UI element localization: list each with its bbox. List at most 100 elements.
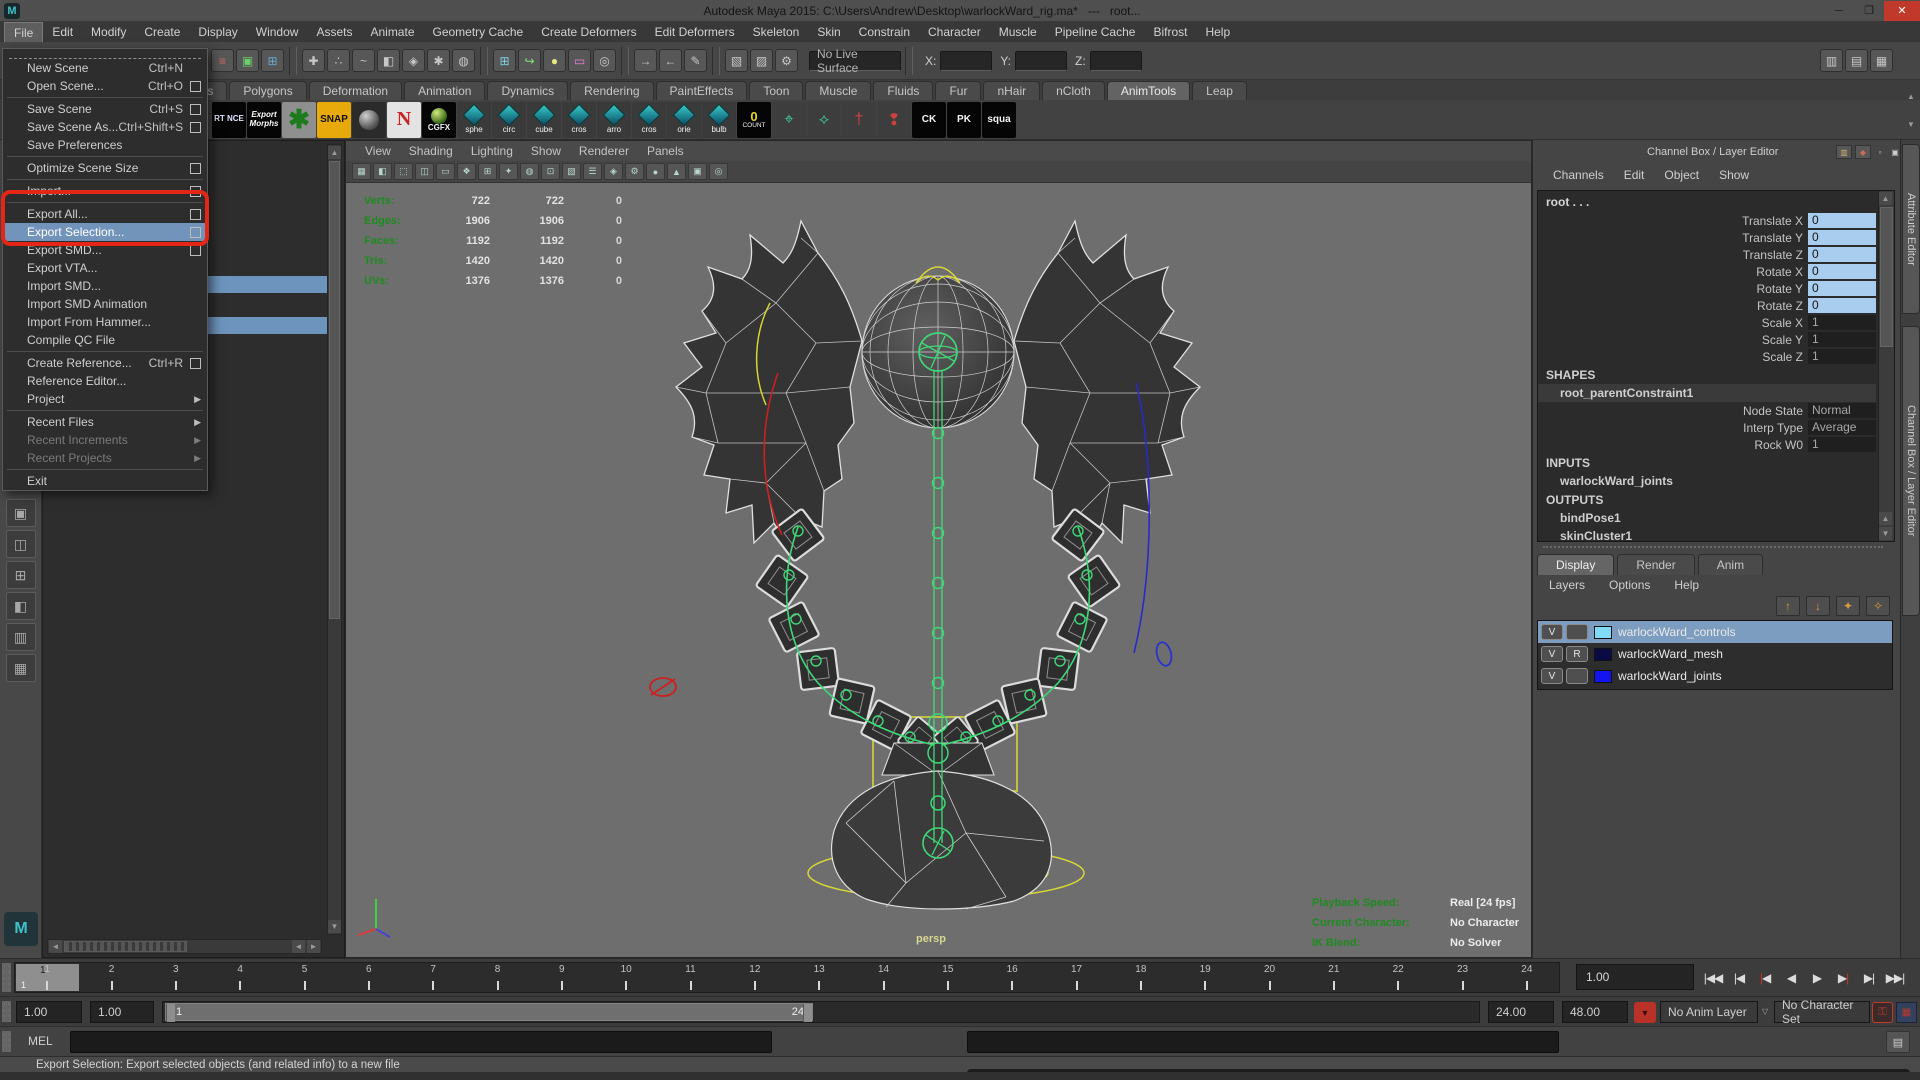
layer-row-warlockward-mesh[interactable]: VRwarlockWard_mesh [1538, 643, 1892, 665]
layer-menu-layers[interactable]: Layers [1537, 576, 1597, 594]
shelf-tab-nhair[interactable]: nHair [983, 81, 1040, 100]
viewport-menu-show[interactable]: Show [522, 142, 570, 160]
viewport-toolbar-icon-2[interactable]: ◧ [373, 163, 392, 180]
panel-chart-icon[interactable]: ▥ [1836, 145, 1852, 159]
anim-preferences-icon[interactable]: ▦ [1896, 1002, 1917, 1023]
tool-settings-toggle-icon[interactable]: ▤ [1845, 49, 1868, 72]
outliner-vertical-scrollbar[interactable]: ▲ ▼ [327, 144, 342, 935]
layer-tab-display[interactable]: Display [1537, 554, 1614, 575]
outliner-horizontal-scrollbar[interactable]: ◄ ◄ ► [47, 939, 322, 954]
layer-tab-render[interactable]: Render [1617, 554, 1694, 575]
new-empty-layer-icon[interactable]: ✦ [1836, 596, 1860, 616]
channel-value-field[interactable]: Normal [1808, 403, 1876, 418]
menubar-item-edit-deformers[interactable]: Edit Deformers [646, 22, 744, 42]
orient-control-shelf-icon[interactable]: orie [667, 102, 701, 138]
range-slider-range[interactable]: 1 24 [165, 1003, 813, 1021]
viewport-toolbar-icon-11[interactable]: ▧ [562, 163, 581, 180]
file-menu-item-new-scene[interactable]: New SceneCtrl+N [3, 59, 207, 77]
character-set-dropdown[interactable]: No Character Set [1774, 1001, 1870, 1023]
shelf-tab-toon[interactable]: Toon [749, 81, 803, 100]
x-input[interactable] [940, 51, 992, 71]
layer-visibility-toggle[interactable]: V [1541, 646, 1563, 662]
tab-attribute-editor[interactable]: Attribute Editor [1902, 144, 1920, 314]
layout-preset-button-1[interactable]: ▣ [6, 499, 36, 527]
viewport-toolbar-icon-8[interactable]: ✦ [499, 163, 518, 180]
step-forward-frame-button[interactable]: ▶| [1856, 965, 1882, 991]
menubar-item-muscle[interactable]: Muscle [990, 22, 1046, 42]
snap-curve-icon[interactable]: ↪ [518, 49, 541, 72]
export-morphs-shelf-icon[interactable]: Export Morphs [247, 102, 281, 138]
panel-minimize-icon[interactable]: ▫ [1874, 146, 1886, 158]
menubar-item-bifrost[interactable]: Bifrost [1144, 22, 1196, 42]
cgfx-shelf-icon[interactable]: CGFX [422, 102, 456, 138]
playback-end-field[interactable]: 24.00 [1488, 1001, 1554, 1023]
export-reference-shelf-icon[interactable]: RT NCE [212, 102, 246, 138]
file-menu-item-import-smd-animation[interactable]: Import SMD Animation [3, 295, 207, 313]
chevron-down-icon[interactable]: ▽ [1762, 1007, 1768, 1016]
file-menu-item-create-reference[interactable]: Create Reference...Ctrl+R [3, 354, 207, 372]
layout-preset-button-2[interactable]: ◫ [6, 530, 36, 558]
menubar-item-window[interactable]: Window [247, 22, 308, 42]
current-time-field[interactable]: 1.00 [1576, 964, 1694, 990]
close-button[interactable]: ✕ [1884, 1, 1920, 21]
channel-box-menu-show[interactable]: Show [1709, 166, 1759, 184]
viewport-menu-lighting[interactable]: Lighting [462, 142, 522, 160]
file-menu-item-save-scene[interactable]: Save SceneCtrl+S [3, 100, 207, 118]
input-connections-icon[interactable]: → [634, 49, 657, 72]
snap-live-icon[interactable]: ◎ [593, 49, 616, 72]
viewport-toolbar-icon-12[interactable]: ☰ [583, 163, 602, 180]
shelf-tab-leap[interactable]: Leap [1192, 81, 1247, 100]
render-settings-icon[interactable]: ⚙ [775, 49, 798, 72]
shelf-tab-muscle[interactable]: Muscle [805, 81, 871, 100]
scroll-down-icon[interactable]: ▼ [328, 920, 341, 933]
layer-menu-options[interactable]: Options [1597, 576, 1662, 594]
shelf-tab-animtools[interactable]: AnimTools [1107, 81, 1190, 100]
layout-preset-button-3[interactable]: ⊞ [6, 561, 36, 589]
menubar-item-create[interactable]: Create [135, 22, 189, 42]
option-box-icon[interactable] [190, 163, 201, 174]
viewport-toolbar-icon-17[interactable]: ▣ [688, 163, 707, 180]
minimize-button[interactable]: ─ [1824, 1, 1854, 21]
menubar-item-skeleton[interactable]: Skeleton [744, 22, 809, 42]
option-box-icon[interactable] [190, 81, 201, 92]
file-menu-item-recent-projects[interactable]: Recent Projects▶ [3, 449, 207, 467]
channel-box-toggle-icon[interactable]: ▦ [1870, 49, 1893, 72]
shelf-tab-fur[interactable]: Fur [935, 81, 981, 100]
move-layer-up-icon[interactable]: ↑ [1776, 596, 1800, 616]
option-box-icon[interactable] [190, 227, 201, 238]
layer-row-warlockward-controls[interactable]: VwarlockWard_controls [1538, 621, 1892, 643]
cross2-control-shelf-icon[interactable]: cros [632, 102, 666, 138]
step-back-key-button[interactable]: |◀ [1752, 965, 1778, 991]
layer-color-swatch[interactable] [1594, 648, 1612, 661]
select-hierarchy-icon[interactable]: ≡ [211, 49, 234, 72]
menubar-item-help[interactable]: Help [1196, 22, 1239, 42]
layer-mode-toggle[interactable]: R [1566, 646, 1588, 662]
scroll-up-icon[interactable]: ▲ [328, 146, 341, 159]
layer-menu-help[interactable]: Help [1662, 576, 1711, 594]
viewport-toolbar-icon-4[interactable]: ◫ [415, 163, 434, 180]
render-icon[interactable]: ▧ [725, 49, 748, 72]
menubar-item-edit[interactable]: Edit [43, 22, 82, 42]
tab-channel-box-layer-editor[interactable]: Channel Box / Layer Editor [1902, 326, 1920, 616]
viewport-toolbar-icon-5[interactable]: ▭ [436, 163, 455, 180]
layer-visibility-toggle[interactable]: V [1541, 624, 1563, 640]
file-menu-item-export-selection[interactable]: Export Selection... [3, 223, 207, 241]
ik-handle-shelf-icon[interactable]: ⌖ [772, 102, 806, 138]
layout-preset-button-6[interactable]: ▦ [6, 654, 36, 682]
channel-value-field[interactable]: 0 [1808, 213, 1876, 228]
option-box-icon[interactable] [190, 122, 201, 133]
input-node-warlockward-joints[interactable]: warlockWard_joints [1538, 472, 1894, 490]
channel-value-field[interactable]: Average [1808, 420, 1876, 435]
channel-box-menu-object[interactable]: Object [1654, 166, 1709, 184]
bulb-control-shelf-icon[interactable]: bulb [702, 102, 736, 138]
shelf-tab-deformation[interactable]: Deformation [309, 81, 402, 100]
scroll-up-icon[interactable]: ▲ [1879, 512, 1892, 525]
file-menu-item-save-preferences[interactable]: Save Preferences [3, 136, 207, 154]
cross-control-shelf-icon[interactable]: cros [562, 102, 596, 138]
option-box-icon[interactable] [190, 104, 201, 115]
layout-preset-button-4[interactable]: ◧ [6, 592, 36, 620]
channel-value-field[interactable]: 1 [1808, 437, 1876, 452]
menubar-item-animate[interactable]: Animate [361, 22, 423, 42]
channel-box-scrollbar[interactable]: ▲ ▲ ▼ [1878, 191, 1894, 541]
joint-tool-shelf-icon[interactable]: † [842, 102, 876, 138]
